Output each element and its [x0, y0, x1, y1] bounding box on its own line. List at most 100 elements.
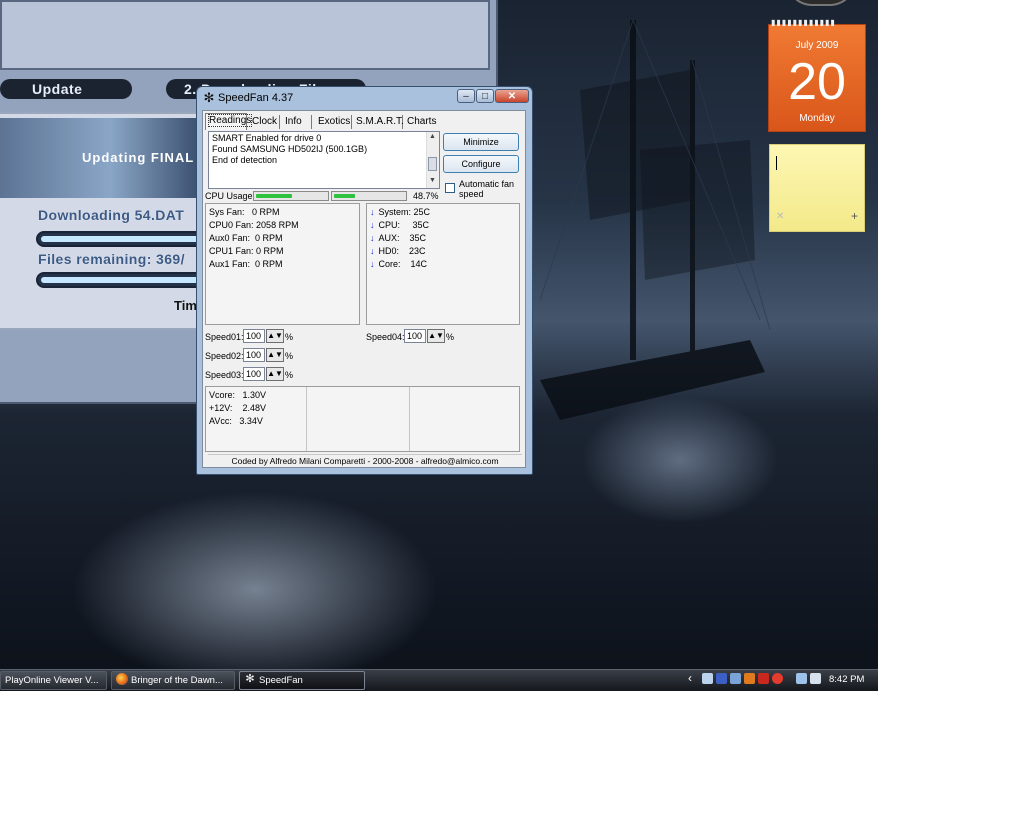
files-progress-bar [36, 272, 206, 288]
cpu-usage-value: 48.7% [413, 191, 439, 201]
percent-sign: % [285, 332, 294, 342]
updater-banner-text: Updating FINAL [82, 150, 195, 165]
scroll-thumb[interactable] [428, 157, 437, 171]
author-credit: Coded by Alfredo Milani Comparetti - 200… [208, 454, 522, 467]
speed01-spinner-icon[interactable]: ▲▼ [266, 329, 284, 343]
speed04-field[interactable]: 100 [404, 329, 426, 343]
taskbar-speedfan[interactable]: ✻ SpeedFan [239, 671, 365, 690]
temperature-readings-panel: ↓ System: 25C ↓ CPU: 35C ↓ AUX: 35C ↓ HD0: 2… [366, 203, 520, 325]
fan-reading: Aux1 Fan: 0 RPM [209, 259, 283, 269]
voltage-column-divider [409, 387, 410, 451]
temp-reading: ↓ HD0: 23C [370, 246, 426, 256]
time-label: Tim [174, 298, 197, 313]
calendar-weekday: Monday [799, 113, 835, 124]
safely-remove-icon[interactable] [730, 673, 741, 684]
taskbar-firefox[interactable]: Bringer of the Dawn... [111, 671, 235, 690]
tab-exotics[interactable]: Exotics [315, 115, 352, 129]
speed03-spinner-icon[interactable]: ▲▼ [266, 367, 284, 381]
fan-reading: Sys Fan: 0 RPM [209, 207, 280, 217]
voltage-column-divider [306, 387, 307, 451]
log-scrollbar[interactable]: ▲ ▼ [426, 132, 439, 188]
speedfan-titlebar[interactable]: ✻ SpeedFan 4.37 – □ ✕ [197, 87, 532, 109]
files-remaining-label: Files remaining: 369/ [38, 251, 185, 267]
fan-reading: Aux0 Fan: 0 RPM [209, 233, 283, 243]
tab-clock[interactable]: Clock [249, 115, 280, 129]
temp-down-arrow-icon: ↓ [370, 233, 375, 243]
fan-reading: CPU1 Fan: 0 RPM [209, 246, 284, 256]
step-update-label: Update [0, 79, 132, 99]
updater-header-area [0, 0, 490, 70]
automatic-fan-speed-checkbox[interactable] [445, 183, 455, 193]
network-monitor-icon[interactable] [702, 673, 713, 684]
log-line: Found SAMSUNG HD502IJ (500.1GB) [212, 144, 368, 154]
speed04-spinner-icon[interactable]: ▲▼ [427, 329, 445, 343]
antivirus-tray-icon[interactable] [772, 673, 783, 684]
window-title: SpeedFan 4.37 [218, 92, 294, 104]
downloading-file-label: Downloading 54.DAT [38, 207, 185, 223]
configure-button[interactable]: Configure [443, 155, 519, 173]
tab-charts[interactable]: Charts [404, 115, 437, 129]
taskbar-clock[interactable]: 8:42 PM [829, 674, 864, 685]
temp-down-arrow-icon: ↓ [370, 220, 375, 230]
volume-icon[interactable] [810, 673, 821, 684]
fan-reading: CPU0 Fan: 2058 RPM [209, 220, 299, 230]
detection-log[interactable]: SMART Enabled for drive 0 Found SAMSUNG … [208, 131, 440, 189]
calendar-gadget[interactable]: ▮▮▮▮▮▮▮▮▮▮▮▮ July 2009 20 Monday [768, 19, 866, 132]
add-note-icon[interactable]: + [851, 209, 858, 223]
app-tray-icon[interactable] [744, 673, 755, 684]
temp-down-arrow-icon: ↓ [370, 246, 375, 256]
percent-sign: % [446, 332, 455, 342]
automatic-fan-speed-label-line2: speed [459, 189, 484, 199]
fan-readings-panel: Sys Fan: 0 RPM CPU0 Fan: 2058 RPM Aux0 F… [205, 203, 360, 325]
temp-down-arrow-icon: ↓ [370, 259, 375, 269]
speed02-spinner-icon[interactable]: ▲▼ [266, 348, 284, 362]
automatic-fan-speed-label: Automatic fan [459, 179, 515, 189]
download-progress-bar [36, 231, 206, 247]
cpu1-usage-bar [331, 191, 407, 201]
text-caret [776, 156, 777, 170]
close-window-button[interactable]: ✕ [495, 89, 529, 103]
firefox-icon [116, 673, 128, 686]
cpu0-usage-bar [253, 191, 329, 201]
network-icon[interactable] [796, 673, 807, 684]
speedfan-window[interactable]: ✻ SpeedFan 4.37 – □ ✕ Readings Clock Inf… [196, 86, 533, 475]
cpu1-usage-fill [334, 194, 355, 198]
ati-tray-icon[interactable] [758, 673, 769, 684]
calendar-month-year: July 2009 [795, 40, 839, 51]
ghost-ship-wallpaper-art [539, 19, 771, 420]
temp-reading: ↓ AUX: 35C [370, 233, 427, 243]
speed04-label: Speed04: [366, 332, 405, 342]
tab-smart[interactable]: S.M.A.R.T. [353, 115, 404, 129]
speed03-label: Speed03: [205, 370, 244, 380]
minimize-button[interactable]: Minimize [443, 133, 519, 151]
cpu-usage-label: CPU Usage [205, 191, 253, 201]
voltage-reading: +12V: 2.48V [209, 403, 266, 413]
calendar-day: 20 [788, 53, 846, 111]
calendar-rings: ▮▮▮▮▮▮▮▮▮▮▮▮ [771, 18, 836, 27]
percent-sign: % [285, 370, 294, 380]
speed03-field[interactable]: 100 [243, 367, 265, 381]
maximize-window-button[interactable]: □ [476, 89, 494, 103]
tab-readings[interactable]: Readings [205, 113, 253, 130]
minimize-window-button[interactable]: – [457, 89, 475, 103]
fan-icon: ✻ [203, 90, 215, 105]
speed02-field[interactable]: 100 [243, 348, 265, 362]
show-hidden-icons-chevron-icon[interactable]: ‹ [688, 671, 692, 685]
tab-info[interactable]: Info [282, 115, 312, 129]
temp-reading: ↓ System: 25C [370, 207, 431, 217]
voltage-reading: AVcc: 3.34V [209, 416, 263, 426]
sticky-note-gadget[interactable]: ✕ + [769, 144, 865, 232]
speed01-field[interactable]: 100 [243, 329, 265, 343]
cpu0-usage-fill [256, 194, 292, 198]
display-icon[interactable] [716, 673, 727, 684]
scroll-down-icon[interactable]: ▼ [429, 177, 436, 184]
voltage-readings-panel: Vcore: 1.30V +12V: 2.48V AVcc: 3.34V [205, 386, 520, 452]
temp-reading: ↓ CPU: 35C [370, 220, 430, 230]
scroll-up-icon[interactable]: ▲ [429, 133, 436, 140]
taskbar-playonline-viewer[interactable]: PlayOnline Viewer V... [0, 671, 107, 690]
speedfan-client-area: Readings Clock Info Exotics S.M.A.R.T. C… [202, 110, 526, 468]
log-line: SMART Enabled for drive 0 [212, 133, 322, 143]
delete-note-icon[interactable]: ✕ [776, 211, 784, 222]
fan-icon: ✻ [245, 673, 255, 686]
log-line: End of detection [212, 155, 278, 165]
